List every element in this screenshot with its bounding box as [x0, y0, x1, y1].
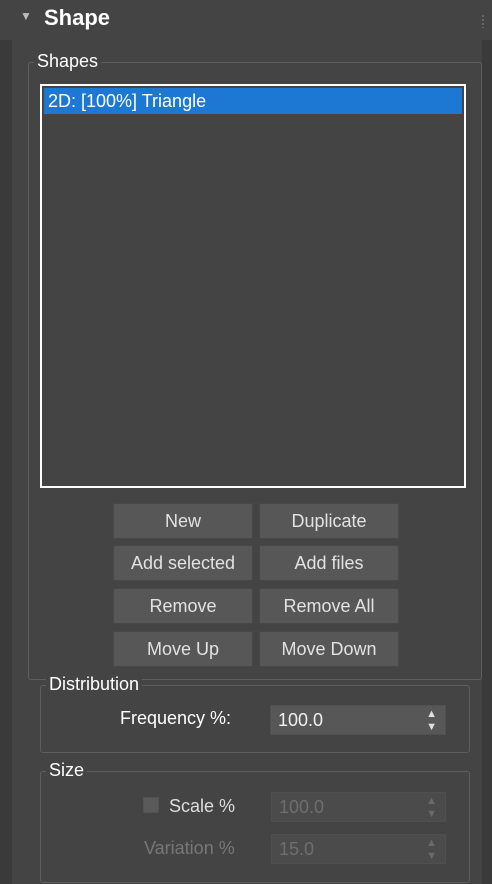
- collapse-arrow-icon[interactable]: ▼: [20, 9, 32, 23]
- scale-spinner[interactable]: 100.0 ▲ ▼: [271, 792, 446, 822]
- spinner-arrows-icon[interactable]: ▲ ▼: [426, 835, 437, 863]
- scale-checkbox[interactable]: [143, 797, 159, 813]
- scale-label: Scale %: [169, 796, 236, 816]
- distribution-group-label: Distribution: [46, 673, 143, 695]
- size-group-label: Size: [46, 759, 88, 781]
- spinner-arrows-icon[interactable]: ▲ ▼: [426, 706, 437, 734]
- shape-rollout-panel: ▼ Shape Shapes 2D: [100%] Triangle New D…: [0, 0, 492, 884]
- frequency-label: Frequency %:: [120, 708, 232, 728]
- left-edge: [0, 40, 12, 884]
- add-files-button[interactable]: Add files: [259, 545, 399, 581]
- right-edge: [482, 40, 492, 884]
- shapes-listbox[interactable]: 2D: [100%] Triangle: [40, 84, 466, 488]
- rollout-header[interactable]: ▼ Shape: [0, 0, 492, 40]
- shapes-group-label: Shapes: [34, 50, 102, 72]
- move-down-button[interactable]: Move Down: [259, 631, 399, 667]
- duplicate-button[interactable]: Duplicate: [259, 503, 399, 539]
- move-up-button[interactable]: Move Up: [113, 631, 253, 667]
- list-item[interactable]: 2D: [100%] Triangle: [44, 88, 462, 114]
- scale-value[interactable]: 100.0: [279, 797, 324, 817]
- remove-all-button[interactable]: Remove All: [259, 588, 399, 624]
- variation-spinner[interactable]: 15.0 ▲ ▼: [271, 834, 446, 864]
- add-selected-button[interactable]: Add selected: [113, 545, 253, 581]
- remove-button[interactable]: Remove: [113, 588, 253, 624]
- size-group: [40, 771, 470, 883]
- variation-value[interactable]: 15.0: [279, 839, 314, 859]
- grip-icon[interactable]: [481, 14, 485, 28]
- variation-label: Variation %: [144, 838, 235, 858]
- frequency-spinner[interactable]: 100.0 ▲ ▼: [270, 705, 446, 735]
- frequency-value[interactable]: 100.0: [278, 710, 323, 730]
- spinner-arrows-icon[interactable]: ▲ ▼: [426, 793, 437, 821]
- rollout-title[interactable]: Shape: [44, 5, 110, 31]
- new-button[interactable]: New: [113, 503, 253, 539]
